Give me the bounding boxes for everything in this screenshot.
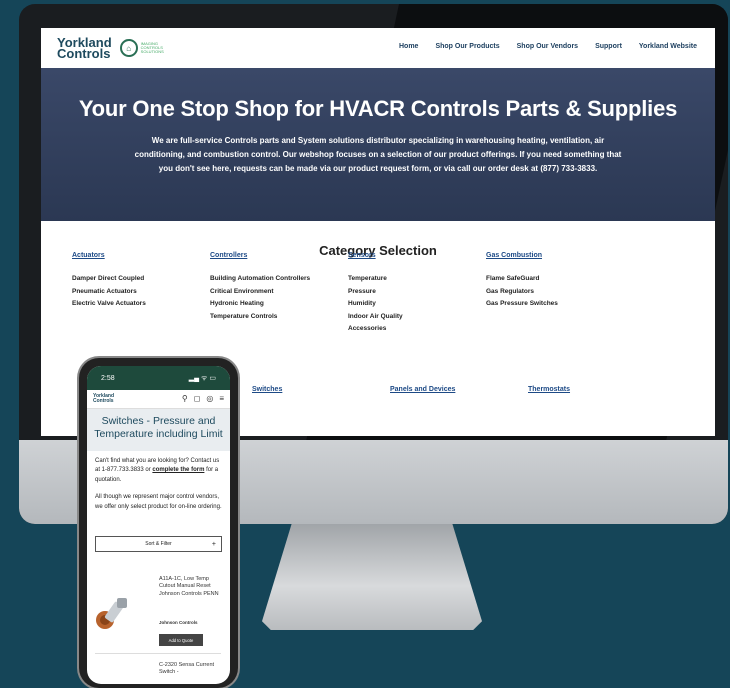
phone-body: Can't find what you are looking for? Con… xyxy=(87,451,230,526)
status-time: 2:58 xyxy=(101,374,115,382)
phone-screen: 2:58 ▂▄ ᯤ ▭ Yorkland Controls ⚲ ◻ ◎ ≡ Sw… xyxy=(87,366,230,684)
menu-icon[interactable]: ≡ xyxy=(219,394,224,403)
category-column-controllers: Controllers Building Automation Controll… xyxy=(210,252,348,336)
category-heading-gas-combustion[interactable]: Gas Combustion xyxy=(486,252,624,259)
category-item[interactable]: Accessories xyxy=(348,323,486,336)
category-grid: Actuators Damper Direct Coupled Pneumati… xyxy=(72,252,624,336)
category-heading-panels[interactable]: Panels and Devices xyxy=(390,386,528,393)
monitor-stand xyxy=(262,520,482,630)
account-icon[interactable]: ◎ xyxy=(206,394,213,403)
category-item[interactable]: Critical Environment xyxy=(210,286,348,299)
phone-header: Yorkland Controls ⚲ ◻ ◎ ≡ xyxy=(87,390,230,409)
sort-filter-button[interactable]: Sort & Filter + xyxy=(95,536,222,553)
category-heading-actuators[interactable]: Actuators xyxy=(72,252,210,259)
logo-line2: Controls xyxy=(57,46,111,61)
site-logo[interactable]: Yorkland Controls xyxy=(57,36,112,61)
category-item[interactable]: Hydronic Heating xyxy=(210,298,348,311)
category-column-actuators: Actuators Damper Direct Coupled Pneumati… xyxy=(72,252,210,336)
phone-page-title: Switches - Pressure and Temperature incl… xyxy=(87,409,230,451)
logo-mark-icon: ⌂ xyxy=(119,39,138,57)
nav-support[interactable]: Support xyxy=(595,43,622,50)
phone-logo[interactable]: Yorkland Controls xyxy=(93,394,123,404)
category-heading-thermostats[interactable]: Thermostats xyxy=(528,386,666,393)
product-brand: Johnson Controls xyxy=(159,620,198,625)
search-icon[interactable]: ⚲ xyxy=(182,394,188,403)
category-item[interactable]: Gas Regulators xyxy=(486,286,624,299)
category-item[interactable]: Pressure xyxy=(348,286,486,299)
category-item[interactable]: Building Automation Controllers xyxy=(210,273,348,286)
category-heading-sensors[interactable]: Sensors xyxy=(348,252,486,259)
product-name-2[interactable]: C-2320 Sensa Current Switch - xyxy=(159,662,219,677)
vendors-paragraph: All though we represent major control ve… xyxy=(95,494,222,510)
nav-shop-vendors[interactable]: Shop Our Vendors xyxy=(517,43,578,50)
phone-status-bar: 2:58 ▂▄ ᯤ ▭ xyxy=(87,366,230,390)
product-name[interactable]: A11A-1C, Low Temp Cutout Manual Reset Jo… xyxy=(159,576,219,598)
phone-header-icons: ⚲ ◻ ◎ ≡ xyxy=(182,394,224,403)
product-divider xyxy=(95,653,221,654)
category-column-sensors: Sensors Temperature Pressure Humidity In… xyxy=(348,252,486,336)
hero-banner: Your One Stop Shop for HVACR Controls Pa… xyxy=(41,68,715,221)
nav-yorkland-website[interactable]: Yorkland Website xyxy=(639,43,697,50)
hero-title: Your One Stop Shop for HVACR Controls Pa… xyxy=(78,96,678,121)
category-item[interactable]: Electric Valve Actuators xyxy=(72,298,210,311)
category-item[interactable]: Gas Pressure Switches xyxy=(486,298,624,311)
bag-icon[interactable]: ◻ xyxy=(194,394,201,403)
category-item[interactable]: Temperature Controls xyxy=(210,311,348,324)
category-item[interactable]: Pneumatic Actuators xyxy=(72,286,210,299)
category-heading-controllers[interactable]: Controllers xyxy=(210,252,348,259)
nav-home[interactable]: Home xyxy=(399,43,418,50)
category-row-2: Switches Panels and Devices Thermostats xyxy=(252,386,666,407)
status-icons: ▂▄ ᯤ ▭ xyxy=(188,374,216,382)
smartphone: 2:58 ▂▄ ᯤ ▭ Yorkland Controls ⚲ ◻ ◎ ≡ Sw… xyxy=(79,358,238,688)
nav-links: Home Shop Our Products Shop Our Vendors … xyxy=(399,43,697,50)
plus-icon: + xyxy=(211,540,216,548)
complete-form-link[interactable]: complete the form xyxy=(152,467,204,473)
category-item[interactable]: Humidity xyxy=(348,298,486,311)
category-item[interactable]: Indoor Air Quality xyxy=(348,311,486,324)
site-nav: Yorkland Controls ⌂ IMAGING CONTROLS SOL… xyxy=(41,28,715,68)
logo-tagline: IMAGING CONTROLS SOLUTIONS xyxy=(140,41,164,54)
category-item[interactable]: Temperature xyxy=(348,273,486,286)
category-item[interactable]: Damper Direct Coupled xyxy=(72,273,210,286)
category-heading-switches[interactable]: Switches xyxy=(252,386,390,393)
add-to-quote-button[interactable]: Add to Quote xyxy=(159,634,203,646)
contact-paragraph: Can't find what you are looking for? Con… xyxy=(95,457,222,485)
sort-filter-label: Sort & Filter xyxy=(145,541,172,548)
category-column-gas-combustion: Gas Combustion Flame SafeGuard Gas Regul… xyxy=(486,252,624,336)
category-item[interactable]: Flame SafeGuard xyxy=(486,273,624,286)
hero-text: We are full-service Controls parts and S… xyxy=(134,136,622,173)
nav-shop-products[interactable]: Shop Our Products xyxy=(435,43,499,50)
product-image[interactable] xyxy=(95,594,131,630)
